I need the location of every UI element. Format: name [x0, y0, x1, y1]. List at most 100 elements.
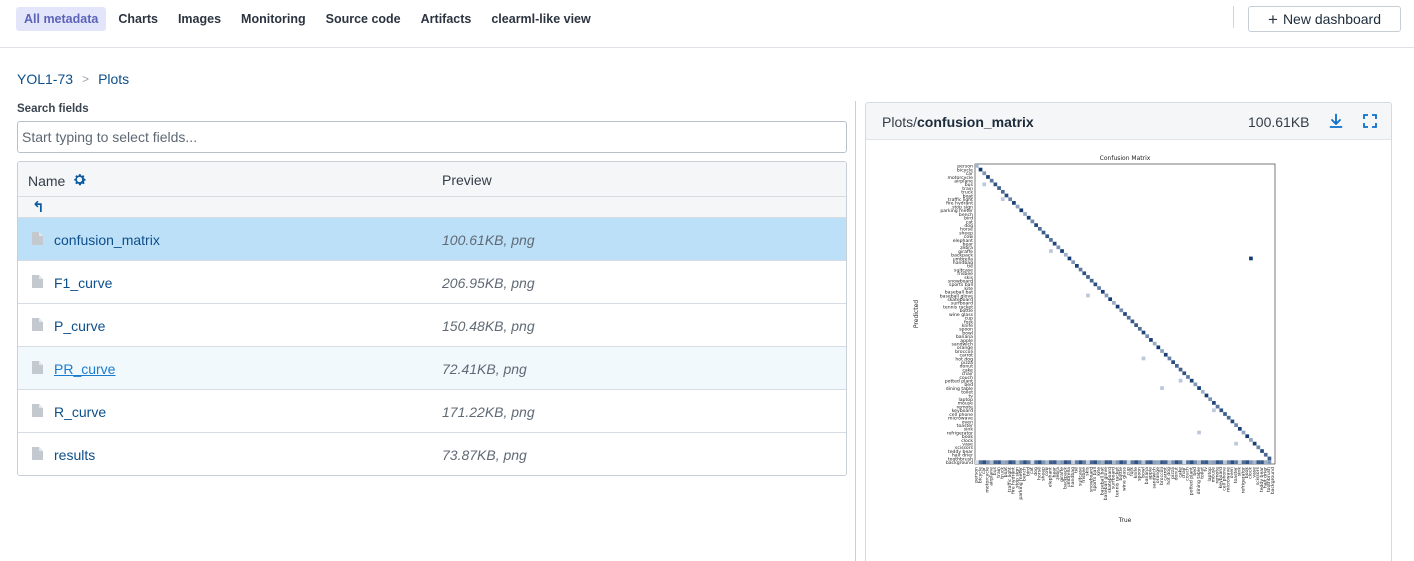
heatmap-cell	[1026, 460, 1031, 464]
tab-clearml-like-view[interactable]: clearml-like view	[483, 7, 598, 31]
heatmap-cell	[1004, 193, 1009, 198]
panel-splitter[interactable]	[855, 101, 856, 561]
tab-artifacts[interactable]: Artifacts	[413, 7, 480, 31]
table-row[interactable]: P_curve 150.48KB, png	[18, 304, 846, 347]
table-row[interactable]: results 73.87KB, png	[18, 433, 846, 475]
heatmap-cell	[1015, 460, 1020, 464]
file-icon	[32, 318, 43, 336]
tab-charts[interactable]: Charts	[110, 7, 166, 31]
heatmap-cell	[1189, 378, 1194, 383]
heatmap-cell	[1119, 308, 1124, 313]
heatmap-cell	[1056, 245, 1061, 250]
gear-icon[interactable]	[72, 172, 87, 190]
heatmap-cell	[982, 460, 987, 464]
heatmap-cell	[1063, 460, 1068, 464]
heatmap-cell	[1141, 356, 1146, 361]
fullscreen-icon[interactable]	[1363, 114, 1377, 131]
heatmap-cell	[1004, 460, 1009, 464]
heatmap-cell	[1197, 460, 1201, 464]
field-name[interactable]: PR_curve	[54, 361, 115, 377]
heatmap-cell	[1249, 256, 1253, 261]
heatmap-cell	[1060, 460, 1064, 464]
parent-folder-row[interactable]: ↰	[18, 197, 846, 218]
heatmap-cell	[1226, 460, 1231, 464]
field-name[interactable]: F1_curve	[54, 275, 112, 291]
heatmap-cell	[1082, 460, 1087, 464]
heatmap-cell	[1023, 212, 1027, 216]
table-row[interactable]: F1_curve 206.95KB, png	[18, 261, 846, 304]
heatmap-cell	[1056, 460, 1061, 464]
heatmap-cell	[1108, 297, 1113, 302]
heatmap-cell	[982, 182, 987, 187]
top-nav: All metadata Charts Images Monitoring Source…	[0, 0, 1414, 48]
column-name-label: Name	[28, 173, 66, 189]
field-preview: 206.95KB, png	[442, 275, 535, 291]
heatmap-cell	[1045, 460, 1050, 464]
field-name[interactable]: confusion_matrix	[54, 232, 160, 248]
search-fields-input[interactable]	[17, 121, 847, 153]
heatmap-cell	[1163, 352, 1168, 357]
breadcrumb-folder[interactable]: Plots	[98, 71, 129, 87]
file-icon	[32, 404, 43, 422]
heatmap-cell	[1126, 315, 1131, 320]
heatmap-cell	[1115, 460, 1120, 464]
heatmap-cell	[1178, 378, 1183, 383]
heatmap-cell	[1060, 249, 1064, 253]
heatmap-cell	[997, 460, 1001, 464]
heatmap-cell	[993, 460, 998, 464]
heatmap-cell	[1160, 349, 1164, 353]
heatmap-cell	[1197, 386, 1201, 390]
download-icon[interactable]	[1328, 113, 1344, 132]
heatmap-cell	[1037, 460, 1042, 464]
heatmap-cell	[1256, 460, 1261, 464]
heatmap-cell	[1023, 460, 1027, 464]
table-row[interactable]: confusion_matrix 100.61KB, png	[18, 218, 846, 261]
heatmap-cell	[986, 460, 990, 464]
heatmap-cell	[986, 175, 990, 179]
heatmap-cell	[978, 460, 983, 464]
heatmap-cell	[978, 167, 983, 172]
heatmap-cell	[1145, 460, 1150, 464]
heatmap-cell	[1149, 338, 1153, 342]
heatmap-cell	[997, 186, 1001, 190]
tab-bar: All metadata Charts Images Monitoring Source…	[16, 7, 603, 31]
heatmap-cell	[1093, 282, 1098, 287]
heatmap-cell	[1260, 460, 1264, 464]
field-name[interactable]: P_curve	[54, 318, 105, 334]
column-preview-header: Preview	[442, 172, 492, 188]
field-name[interactable]: R_curve	[54, 404, 106, 420]
heatmap-cell	[1252, 441, 1257, 446]
heatmap-cell	[1089, 278, 1094, 283]
heatmap-cell	[1204, 460, 1209, 464]
heatmap-cell	[1067, 460, 1072, 464]
heatmap-cell	[1160, 386, 1164, 390]
heatmap-cell	[1097, 286, 1101, 290]
heatmap-cell	[1249, 460, 1253, 464]
table-row[interactable]: R_curve 171.22KB, png	[18, 390, 846, 433]
heatmap-cell	[1082, 271, 1087, 276]
heatmap-cell	[1160, 460, 1164, 464]
breadcrumb-run[interactable]: YOL1-73	[17, 71, 73, 87]
heatmap-cell	[1134, 323, 1138, 327]
heatmap-cell	[1212, 460, 1216, 464]
tab-images[interactable]: Images	[170, 7, 229, 31]
level-up-icon[interactable]: ↰	[32, 199, 45, 216]
tab-source-code[interactable]: Source code	[318, 7, 409, 31]
heatmap-cell	[1000, 460, 1005, 464]
tab-monitoring[interactable]: Monitoring	[233, 7, 314, 31]
table-row[interactable]: PR_curve 72.41KB, png	[18, 347, 846, 390]
heatmap-cell	[989, 460, 994, 464]
heatmap-cell	[1078, 267, 1083, 272]
heatmap-cell	[1097, 460, 1101, 464]
heatmap-cell	[989, 178, 994, 183]
heatmap-cell	[1215, 460, 1220, 464]
heatmap-cell	[1008, 197, 1013, 202]
heatmap-cell	[1219, 408, 1224, 413]
new-dashboard-button[interactable]: + New dashboard	[1248, 6, 1401, 32]
heatmap-cell	[1019, 460, 1024, 464]
field-name[interactable]: results	[54, 447, 95, 463]
heatmap-cell	[1212, 401, 1216, 405]
search-fields-label: Search fields	[17, 103, 89, 115]
heatmap-cell	[1245, 460, 1250, 464]
tab-all-metadata[interactable]: All metadata	[16, 7, 107, 31]
